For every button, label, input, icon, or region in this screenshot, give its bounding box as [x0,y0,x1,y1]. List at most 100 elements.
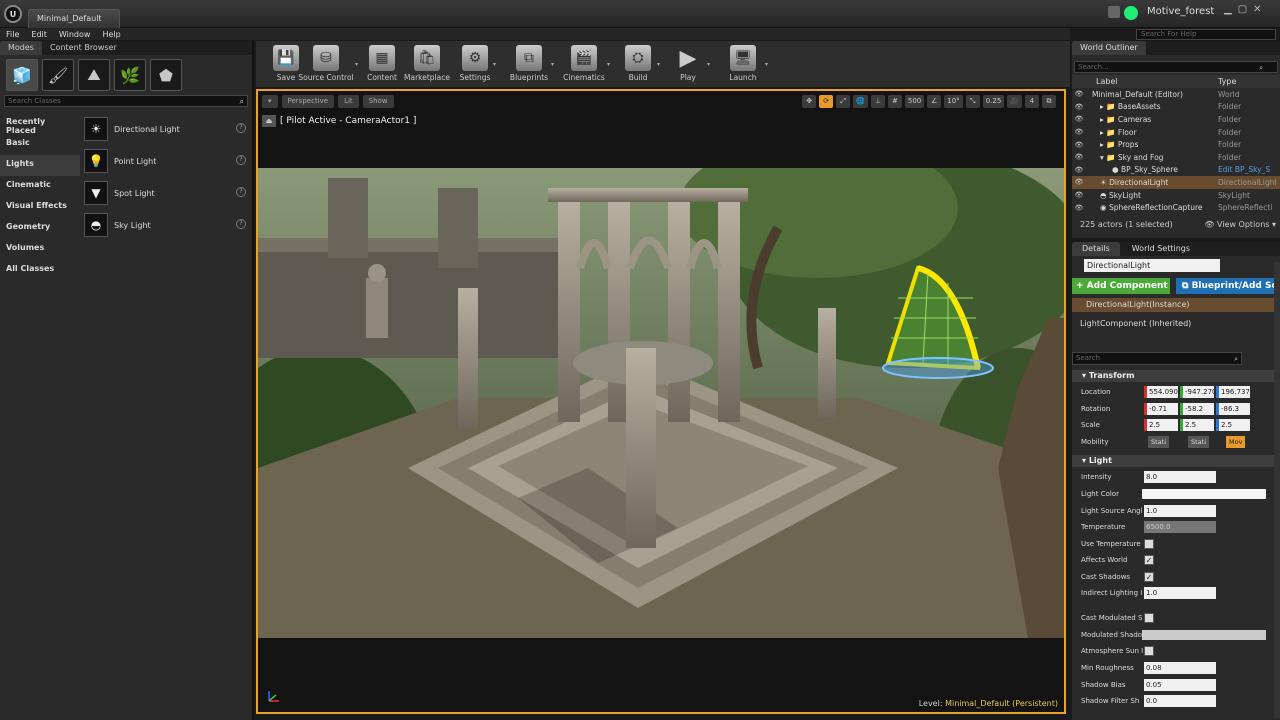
rotation-snap-value[interactable]: 10° [944,95,963,108]
table-row[interactable]: 👁 ▾ 📁 Sky and Fog Folder [1072,151,1280,164]
tab-modes[interactable]: Modes [0,41,42,55]
temperature-field[interactable]: 6500.0 [1144,521,1216,533]
scale-x-field[interactable]: 2.5 [1144,419,1178,431]
search-classes-input[interactable]: Search Classes ⌕ [4,95,248,107]
category-lights[interactable]: Lights [0,155,80,176]
help-icon[interactable]: ? [236,219,246,229]
world-local-icon[interactable]: 🌐 [853,95,868,108]
category-geometry[interactable]: Geometry [0,218,80,239]
launch-button[interactable]: 🖥 Launch ▾ [718,43,768,85]
scale-z-field[interactable]: 2.5 [1216,419,1250,431]
rotation-x-field[interactable]: -0.71 [1144,403,1178,415]
location-x-field[interactable]: 554.0901 [1144,386,1178,398]
camera-speed-icon[interactable]: 🎥 [1007,95,1022,108]
help-search-input[interactable]: Search For Help [1136,29,1276,40]
section-transform[interactable]: ▾ Transform [1072,370,1280,382]
paint-mode-icon[interactable]: 🖌 [42,59,74,91]
table-row[interactable]: 👁 ◉ SphereReflectionCapture SphereReflecti [1072,201,1280,214]
visibility-eye-icon[interactable]: 👁 [1072,204,1086,212]
shadow-filter-field[interactable]: 0.0 [1144,695,1216,707]
level-viewport[interactable]: ▾ Perspective Lit Show ✥ ⟳ ⤢ 🌐 ⊥ # 500 ∠… [256,89,1066,714]
category-visual-effects[interactable]: Visual Effects [0,197,80,218]
menu-window[interactable]: Window [59,30,91,39]
place-mode-icon[interactable]: 🧊 [6,59,38,91]
visibility-eye-icon[interactable]: 👁 [1072,153,1086,161]
tab-details[interactable]: Details [1072,242,1120,256]
table-row[interactable]: 👁 ▸ 📁 Floor Folder [1072,126,1280,139]
minimize-icon[interactable]: ▁ [1224,4,1232,15]
visibility-eye-icon[interactable]: 👁 [1072,103,1086,111]
min-roughness-field[interactable]: 0.08 [1144,662,1216,674]
visibility-eye-icon[interactable]: 👁 [1072,166,1086,174]
category-recently-placed[interactable]: Recently Placed [0,113,80,135]
table-row[interactable]: 👁 ☀ DirectionalLight DirectionalLight [1072,176,1280,189]
shadow-bias-field[interactable]: 0.05 [1144,679,1216,691]
camera-speed-value[interactable]: 4 [1025,95,1039,108]
scale-y-field[interactable]: 2.5 [1180,419,1214,431]
level-tab[interactable]: Minimal_Default [28,9,120,28]
content-button[interactable]: ▦ Content [362,43,402,85]
table-row[interactable]: 👁 ▸ 📁 Cameras Folder [1072,113,1280,126]
list-item-spot-light[interactable]: ▼ Spot Light ? [82,177,250,209]
use-temperature-checkbox[interactable] [1144,539,1154,549]
list-item-directional-light[interactable]: ☀ Directional Light ? [82,113,250,145]
category-cinematic[interactable]: Cinematic [0,176,80,197]
cast-modulated-checkbox[interactable] [1144,613,1154,623]
section-light[interactable]: ▾ Light [1072,455,1280,467]
mobility-stationary-button[interactable]: Stati [1188,436,1210,448]
table-row[interactable]: 👁 ▸ 📁 Props Folder [1072,138,1280,151]
menu-help[interactable]: Help [102,30,120,39]
menu-edit[interactable]: Edit [31,30,47,39]
category-all-classes[interactable]: All Classes [0,260,80,281]
list-item-sky-light[interactable]: ◓ Sky Light ? [82,209,250,241]
blueprint-add-script-button[interactable]: ⧉ Blueprint/Add Sc [1176,278,1280,294]
perspective-button[interactable]: Perspective [281,95,335,108]
component-instance-item[interactable]: DirectionalLight(Instance) [1072,298,1280,312]
visibility-eye-icon[interactable]: 👁 [1072,191,1086,199]
play-button[interactable]: ▶ Play ▾ [666,43,710,85]
cinematics-button[interactable]: 🎬 Cinematics ▾ [558,43,610,85]
rotation-snap-icon[interactable]: ∠ [927,95,942,108]
rotation-y-field[interactable]: -58.2 [1180,403,1214,415]
marketplace-button[interactable]: 🛍 Marketplace [402,43,452,85]
rotation-z-field[interactable]: -86.3 [1216,403,1250,415]
viewport-options-button[interactable]: ▾ [262,95,278,108]
visibility-eye-icon[interactable]: 👁 [1072,141,1086,149]
intensity-field[interactable]: 8.0 [1144,471,1216,483]
atmosphere-sun-checkbox[interactable] [1144,646,1154,656]
tab-content-browser[interactable]: Content Browser [42,41,125,55]
source-control-status-icon[interactable] [1124,6,1138,20]
table-row[interactable]: 👁 ◓ SkyLight SkyLight [1072,189,1280,202]
blueprints-button[interactable]: ⧉ Blueprints ▾ [504,43,554,85]
source-control-button[interactable]: ⛁ Source Control ▾ [294,43,358,85]
table-row[interactable]: 👁 Minimal_Default (Editor) World [1072,88,1280,101]
light-color-swatch[interactable] [1142,489,1266,499]
modulated-shadow-swatch[interactable] [1142,630,1266,640]
add-component-button[interactable]: + Add Component [1072,278,1170,294]
translate-icon[interactable]: ✥ [802,95,817,108]
build-button[interactable]: ⛭ Build ▾ [616,43,660,85]
show-button[interactable]: Show [362,95,394,108]
visibility-eye-icon[interactable]: 👁 [1072,178,1086,186]
help-icon[interactable]: ? [236,155,246,165]
location-y-field[interactable]: -947.270 [1180,386,1214,398]
details-scrollbar[interactable] [1274,262,1280,718]
table-row[interactable]: 👁 ▸ 📁 BaseAssets Folder [1072,101,1280,114]
view-options-button[interactable]: 👁 View Options ▾ [1204,220,1276,229]
actor-name-input[interactable]: DirectionalLight [1084,259,1220,272]
menu-file[interactable]: File [6,30,19,39]
list-item-point-light[interactable]: 💡 Point Light ? [82,145,250,177]
mobility-static-button[interactable]: Stati [1148,436,1170,448]
help-icon[interactable]: ? [236,187,246,197]
scale-snap-icon[interactable]: ⤡ [965,95,980,108]
visibility-eye-icon[interactable]: 👁 [1072,90,1086,98]
lit-button[interactable]: Lit [338,95,359,108]
surface-snap-icon[interactable]: ⊥ [870,95,885,108]
category-basic[interactable]: Basic [0,134,80,155]
chat-icon[interactable] [1108,6,1120,18]
column-label[interactable]: Label [1096,77,1118,86]
affects-world-checkbox[interactable]: ✓ [1144,555,1154,565]
scene-render[interactable] [258,168,1064,638]
indirect-lighting-field[interactable]: 1.0 [1144,587,1216,599]
settings-button[interactable]: ⚙ Settings ▾ [454,43,496,85]
